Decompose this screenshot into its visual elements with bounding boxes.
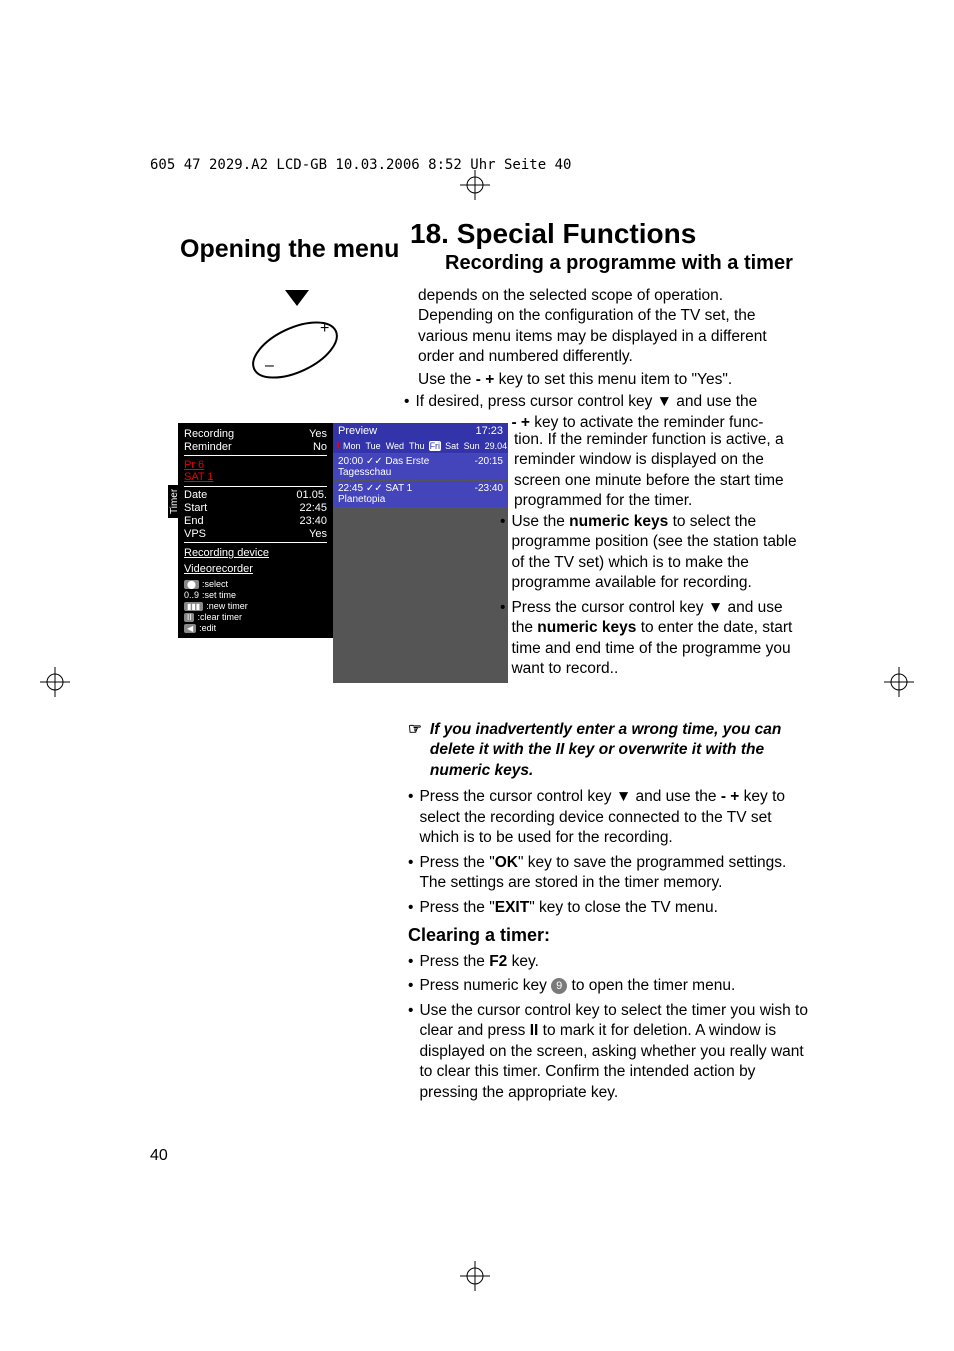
recording-device-value: Videorecorder	[184, 563, 327, 575]
clear-2: Press numeric key 9 to open the timer me…	[419, 976, 735, 996]
channel-name: SAT 1	[184, 471, 327, 483]
page-number: 40	[150, 1147, 168, 1165]
recording-value: Yes	[309, 428, 327, 440]
remote-diagram: + –	[235, 290, 355, 390]
legend-text-newtimer: :new timer	[206, 601, 248, 611]
preview-date: 29.04.	[484, 441, 511, 451]
registration-mark-left	[40, 667, 70, 697]
registration-mark-top	[460, 170, 490, 200]
day-fri: Fri	[429, 441, 442, 451]
body-text-lower: ☞ If you inadvertently enter a wrong tim…	[408, 720, 808, 1107]
legend-key-cleartimer: II	[184, 613, 194, 622]
date-label: Date	[184, 489, 207, 501]
reminder-label: Reminder	[184, 441, 232, 453]
legend-text-cleartimer: :clear timer	[197, 612, 242, 622]
clear-1: Press the F2 key.	[419, 952, 538, 972]
end-value: 23:40	[299, 515, 327, 527]
legend: ⬤:select 0..9:set time ▮▮▮:new timer II:…	[184, 579, 327, 633]
recording-label: Recording	[184, 428, 234, 440]
opening-menu-title: Opening the menu	[180, 235, 399, 264]
bullet-6: Press the "EXIT" key to close the TV men…	[419, 898, 717, 918]
note-text: If you inadvertently enter a wrong time,…	[430, 720, 808, 781]
body-text-upper: depends on the selected scope of operati…	[418, 286, 802, 435]
start-value: 22:45	[299, 502, 327, 514]
svg-text:+: +	[320, 320, 329, 337]
legend-key-settime: 0..9	[184, 590, 199, 600]
indent-3: Press the cursor control key ▼ and use t…	[511, 598, 802, 680]
registration-mark-bottom	[460, 1261, 490, 1291]
pointing-hand-icon: ☞	[408, 720, 422, 781]
programme-number: Pr 6	[184, 459, 327, 471]
bullet-icon: •	[500, 598, 505, 680]
day-thu: Thu	[408, 441, 426, 451]
bullet-icon: •	[500, 512, 505, 594]
day-sat: Sat	[444, 441, 460, 451]
preview-marks-1: ✓✓	[366, 456, 383, 467]
legend-key-select: ⬤	[184, 580, 199, 589]
legend-text-select: :select	[202, 579, 228, 589]
bullet-icon: •	[404, 392, 409, 433]
clearing-timer-heading: Clearing a timer:	[408, 924, 808, 948]
section-subtitle: Recording a programme with a timer	[445, 252, 793, 275]
timer-panel: Timer RecordingYes ReminderNo Pr 6 SAT 1…	[178, 423, 333, 638]
preview-channel-1: Das Erste	[385, 456, 429, 467]
preview-title: Preview	[338, 425, 377, 437]
body-text-indent: tion. If the reminder function is active…	[514, 430, 802, 683]
day-wed: Wed	[385, 441, 405, 451]
preview-panel: Preview 17:23 Mon Tue Wed Thu Fri Sat Su…	[333, 423, 508, 683]
preview-name-2: Planetopia	[338, 494, 385, 505]
down-triangle-icon	[285, 290, 309, 306]
bullet-icon: •	[408, 898, 413, 918]
day-tue: Tue	[365, 441, 382, 451]
print-header: 605 47 2029.A2 LCD-GB 10.03.2006 8:52 Uh…	[150, 157, 571, 173]
section-name: Special Functions	[457, 218, 697, 249]
day-mon: Mon	[342, 441, 362, 451]
vps-label: VPS	[184, 528, 206, 540]
para-1: depends on the selected scope of operati…	[418, 286, 802, 368]
preview-marks-2: ✓✓	[366, 483, 383, 494]
day-sun: Sun	[463, 441, 481, 451]
svg-text:–: –	[265, 357, 274, 374]
preview-end-1: -20:15	[475, 456, 503, 467]
numeric-key-9-icon: 9	[551, 978, 567, 994]
record-dot-icon	[337, 441, 339, 449]
preview-end-2: -23:40	[475, 483, 503, 494]
note-block: ☞ If you inadvertently enter a wrong tim…	[408, 720, 808, 781]
legend-key-newtimer: ▮▮▮	[184, 602, 203, 611]
bullet-icon: •	[408, 853, 413, 894]
timer-vertical-label: Timer	[168, 485, 181, 518]
bullet-icon: •	[408, 787, 413, 848]
preview-item-2: 22:45 ✓✓ SAT 1 -23:40 Planetopia	[333, 481, 508, 507]
indent-1: tion. If the reminder function is active…	[514, 430, 802, 512]
legend-key-edit: ◀	[184, 624, 196, 633]
preview-start-1: 20:00	[338, 456, 363, 467]
preview-days: Mon Tue Wed Thu Fri Sat Sun 29.04.	[333, 439, 508, 453]
end-label: End	[184, 515, 204, 527]
start-label: Start	[184, 502, 207, 514]
clear-3: Use the cursor control key to select the…	[419, 1001, 808, 1103]
preview-start-2: 22:45	[338, 483, 363, 494]
vps-value: Yes	[309, 528, 327, 540]
bullet-1: If desired, press cursor control key ▼ a…	[415, 392, 763, 433]
para-2: Use the - + key to set this menu item to…	[418, 370, 802, 390]
reminder-value: No	[313, 441, 327, 453]
section-title: 18. Special Functions	[410, 218, 696, 250]
indent-2: Use the numeric keys to select the progr…	[511, 512, 802, 594]
preview-channel-2: SAT 1	[385, 483, 412, 494]
preview-item-1: 20:00 ✓✓ Das Erste -20:15 Tagesschau	[333, 454, 508, 480]
bullet-icon: •	[408, 952, 413, 972]
bullet-icon: •	[408, 1001, 413, 1103]
bullet-icon: •	[408, 976, 413, 996]
bullet-5: Press the "OK" key to save the programme…	[419, 853, 808, 894]
registration-mark-right	[884, 667, 914, 697]
legend-text-settime: :set time	[202, 590, 236, 600]
preview-name-1: Tagesschau	[338, 467, 391, 478]
section-number: 18.	[410, 218, 449, 249]
bullet-4: Press the cursor control key ▼ and use t…	[419, 787, 808, 848]
date-value: 01.05.	[296, 489, 327, 501]
legend-text-edit: :edit	[199, 623, 216, 633]
recording-device-label: Recording device	[184, 547, 327, 559]
